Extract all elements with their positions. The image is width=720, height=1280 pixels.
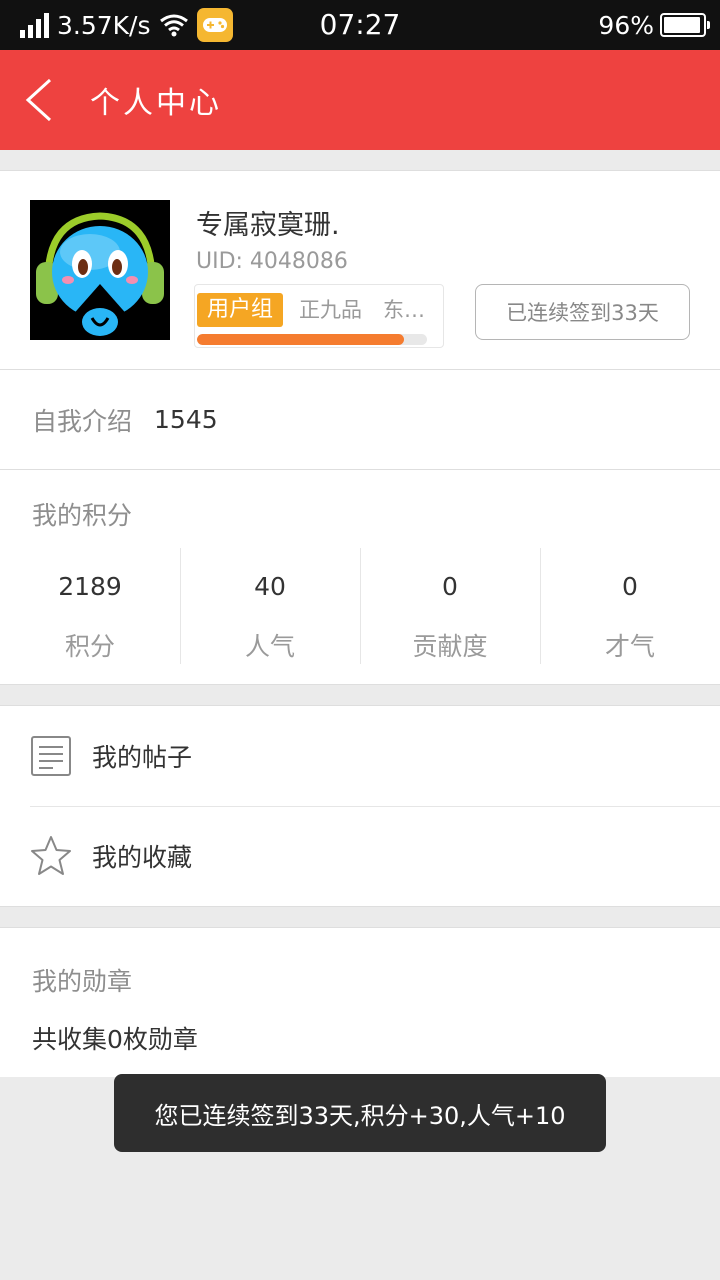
stat-value: 0	[442, 572, 458, 601]
medals-count: 共收集0枚勋章	[32, 1025, 198, 1054]
app-bar: 个人中心	[0, 50, 720, 150]
points-section: 我的积分 2189 积分 40 人气 0 贡献度 0 才气	[0, 470, 720, 685]
back-button[interactable]	[0, 50, 90, 150]
stat-contribution: 0 贡献度	[360, 548, 540, 664]
stat-talent: 0 才气	[540, 548, 720, 664]
level-progress-bar	[197, 334, 427, 345]
profile-card: 专属寂寞珊. UID: 4048086 用户组 正九品 东… 已连续签到33天	[0, 170, 720, 370]
stat-label: 贡献度	[412, 632, 488, 661]
checkin-button[interactable]: 已连续签到33天	[475, 284, 690, 340]
stat-popularity: 40 人气	[180, 548, 360, 664]
battery-percent: 96%	[598, 10, 654, 40]
menu-item-label: 我的收藏	[92, 843, 193, 872]
stat-label: 积分	[64, 632, 115, 661]
chevron-left-icon	[25, 78, 52, 122]
toast-message: 您已连续签到33天,积分+30,人气+10	[114, 1074, 606, 1152]
stat-label: 人气	[244, 632, 295, 661]
stat-value: 2189	[58, 572, 122, 601]
status-bar: 3.57K/s 07:27 96%	[0, 0, 720, 50]
user-uid: UID: 4048086	[196, 249, 348, 274]
star-icon	[30, 835, 72, 877]
stat-value: 40	[254, 572, 286, 601]
medals-title: 我的勋章	[32, 967, 133, 996]
menu-item-my-favorites[interactable]: 我的收藏	[0, 806, 720, 906]
self-intro-label: 自我介绍	[32, 406, 133, 436]
avatar[interactable]	[30, 200, 170, 340]
document-icon	[30, 735, 72, 777]
level-progress-fill	[197, 334, 404, 345]
user-name: 专属寂寞珊.	[196, 210, 340, 241]
group-level: 正九品 东…	[299, 298, 425, 322]
menu-list: 我的帖子 我的收藏	[0, 705, 720, 907]
menu-item-label: 我的帖子	[92, 743, 193, 772]
user-group: 用户组 正九品 东…	[194, 284, 444, 348]
points-title: 我的积分	[32, 501, 133, 530]
group-tag: 用户组	[197, 293, 284, 327]
self-intro-row[interactable]: 自我介绍 1545	[0, 370, 720, 470]
page-title: 个人中心	[90, 86, 222, 121]
stat-points: 2189 积分	[0, 548, 180, 664]
stat-value: 0	[622, 572, 638, 601]
stat-label: 才气	[604, 632, 655, 661]
battery-icon	[660, 13, 710, 37]
points-stats: 2189 积分 40 人气 0 贡献度 0 才气	[0, 548, 720, 664]
self-intro-value: 1545	[154, 405, 218, 434]
medals-section: 我的勋章 共收集0枚勋章	[0, 927, 720, 1077]
menu-item-my-posts[interactable]: 我的帖子	[0, 706, 720, 806]
